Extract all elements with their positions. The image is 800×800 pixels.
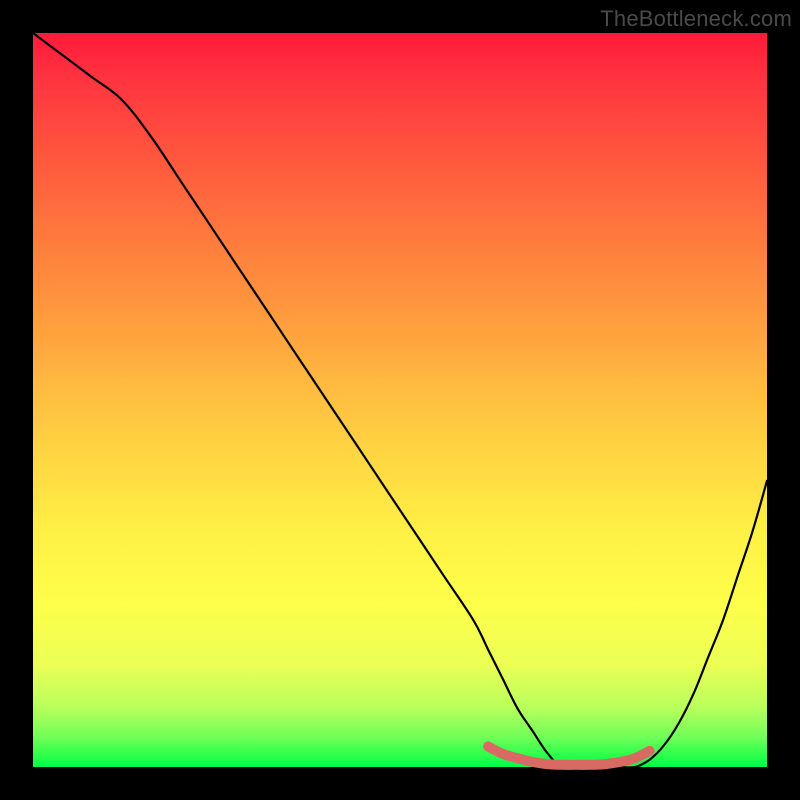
chart-frame: TheBottleneck.com — [0, 0, 800, 800]
chart-svg — [33, 33, 767, 767]
bottleneck-curve — [33, 33, 767, 768]
plot-area — [33, 33, 767, 767]
watermark-text: TheBottleneck.com — [600, 6, 792, 32]
optimal-band — [488, 746, 649, 764]
